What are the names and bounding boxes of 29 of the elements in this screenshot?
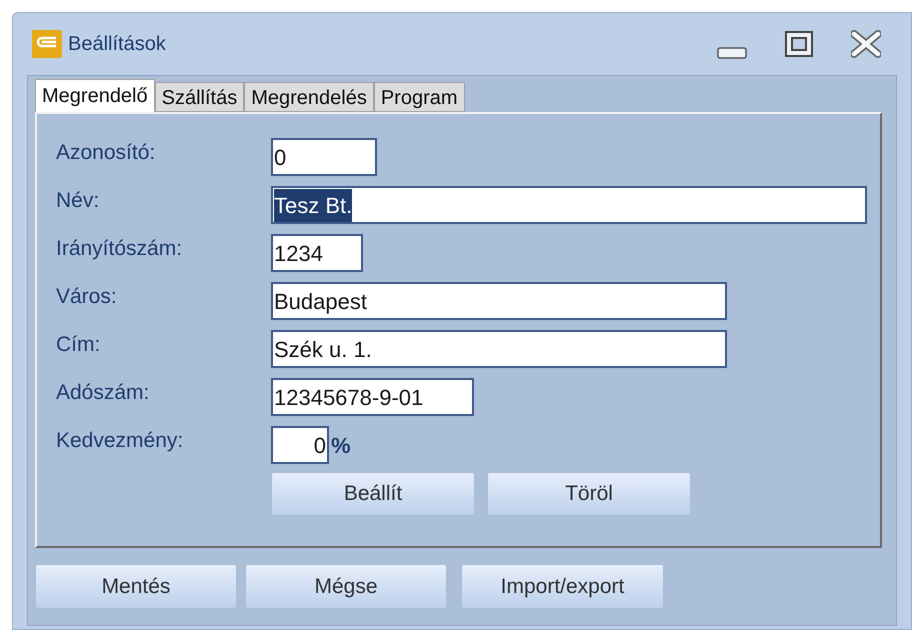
text-field[interactable]: 1234 <box>271 234 363 272</box>
text-field[interactable]: 0 <box>271 426 329 464</box>
text-field[interactable]: Budapest <box>271 282 727 320</box>
text-field[interactable]: 0 <box>271 138 377 176</box>
field-label: Irányítószám: <box>56 236 184 262</box>
app-icon <box>32 30 62 58</box>
footer-button[interactable]: Import/export <box>461 564 664 609</box>
field-label: Adószám: <box>56 380 150 406</box>
tab[interactable]: Megrendelő <box>35 79 155 112</box>
tab[interactable]: Szállítás <box>154 82 244 112</box>
action-button[interactable]: Töröl <box>487 472 691 516</box>
action-button[interactable]: Beállít <box>271 472 475 516</box>
field-label: Azonosító: <box>56 140 156 166</box>
footer-button[interactable]: Mentés <box>35 564 237 609</box>
field-label: Város: <box>56 284 118 310</box>
field-label: Kedvezmény: <box>56 428 184 454</box>
text-field[interactable]: 12345678-9-01 <box>271 378 474 416</box>
percent-sign: % <box>331 432 351 460</box>
field-label: Cím: <box>56 332 102 358</box>
maximize-icon[interactable] <box>785 31 813 57</box>
close-icon[interactable] <box>851 30 881 58</box>
text-field[interactable]: Tesz Bt. <box>271 186 867 224</box>
tab[interactable]: Program <box>374 82 465 112</box>
minimize-icon[interactable] <box>717 47 747 59</box>
window-title: Beállítások <box>68 32 166 57</box>
text-field[interactable]: Szék u. 1. <box>271 330 727 368</box>
footer-button[interactable]: Mégse <box>245 564 447 609</box>
field-label: Név: <box>56 188 100 214</box>
tab[interactable]: Megrendelés <box>244 82 374 112</box>
